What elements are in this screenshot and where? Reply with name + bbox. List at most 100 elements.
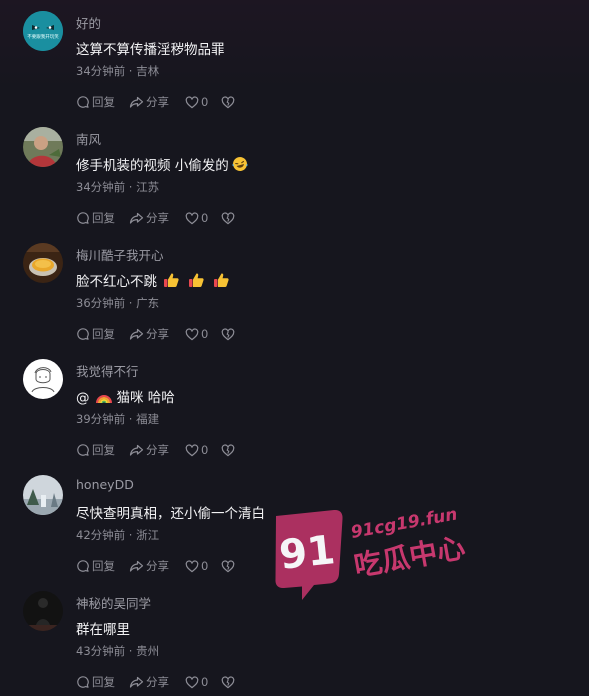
share-label: 分享: [146, 327, 169, 341]
username[interactable]: 神秘的吴同学: [76, 593, 151, 612]
comment-actions: 回复 分享 0: [76, 442, 235, 458]
like-button[interactable]: 0: [185, 211, 221, 225]
comment-meta: 43分钟前 · 贵州: [76, 644, 160, 658]
like-count: 0: [201, 211, 209, 225]
comment-actions: 回复 分享 0: [76, 558, 235, 574]
share-button[interactable]: 分享: [129, 326, 185, 342]
username[interactable]: honeyDD: [76, 477, 134, 492]
like-count: 0: [201, 675, 209, 689]
share-label: 分享: [146, 559, 169, 573]
comment-content: @ 猫咪 哈哈: [76, 386, 175, 406]
comment-bubble-icon: [77, 328, 89, 340]
thumbs-up-emoji-icon: [189, 273, 204, 287]
broken-heart-icon: [221, 95, 235, 108]
dislike-button[interactable]: [221, 327, 235, 341]
share-label: 分享: [146, 211, 169, 225]
heart-icon: [185, 95, 199, 108]
username[interactable]: 南风: [76, 129, 101, 148]
heart-icon: [185, 675, 199, 688]
broken-heart-icon: [221, 675, 235, 688]
username[interactable]: 我觉得不行: [76, 361, 139, 380]
heart-icon: [185, 211, 199, 224]
share-button[interactable]: 分享: [129, 674, 185, 690]
reply-button[interactable]: 回复: [76, 674, 129, 690]
reply-button[interactable]: 回复: [76, 94, 129, 110]
comment-text: 这算不算传播淫秽物品罪: [76, 42, 225, 58]
avatar[interactable]: 不要跟我开玩笑: [23, 11, 63, 51]
reply-label: 回复: [92, 559, 115, 573]
comment-bubble-icon: [77, 676, 89, 688]
like-button[interactable]: 0: [185, 675, 221, 689]
comment-meta: 36分钟前 · 广东: [76, 296, 160, 310]
like-count: 0: [201, 327, 209, 341]
reply-label: 回复: [92, 211, 115, 225]
reply-button[interactable]: 回复: [76, 210, 129, 226]
like-button[interactable]: 0: [185, 95, 221, 109]
reply-label: 回复: [92, 675, 115, 689]
thumbs-up-emoji-icon: [214, 273, 229, 287]
comment-content: 修手机装的视频 小偷发的: [76, 154, 248, 174]
comment-text: 尽快查明真相，还小偷一个清白: [76, 506, 265, 522]
broken-heart-icon: [221, 327, 235, 340]
comment-meta: 39分钟前 · 福建: [76, 412, 160, 426]
mention-text[interactable]: 猫咪 哈哈: [117, 390, 175, 406]
dislike-button[interactable]: [221, 211, 235, 225]
comment-actions: 回复 分享 0: [76, 326, 235, 342]
dislike-button[interactable]: [221, 443, 235, 457]
share-button[interactable]: 分享: [129, 442, 185, 458]
share-arrow-icon: [129, 676, 144, 688]
broken-heart-icon: [221, 211, 235, 224]
comment-bubble-icon: [77, 212, 89, 224]
avatar[interactable]: [23, 127, 63, 167]
dislike-button[interactable]: [221, 559, 235, 573]
dislike-button[interactable]: [221, 95, 235, 109]
comment-text: @: [76, 390, 90, 406]
like-button[interactable]: 0: [185, 327, 221, 341]
comment-meta: 34分钟前 · 江苏: [76, 180, 160, 194]
comment-actions: 回复 分享 0: [76, 210, 235, 226]
like-count: 0: [201, 559, 209, 573]
broken-heart-icon: [221, 443, 235, 456]
dislike-button[interactable]: [221, 675, 235, 689]
share-button[interactable]: 分享: [129, 210, 185, 226]
reply-button[interactable]: 回复: [76, 442, 129, 458]
avatar[interactable]: [23, 243, 63, 283]
comment-bubble-icon: [77, 96, 89, 108]
comment-text: 修手机装的视频 小偷发的: [76, 158, 229, 174]
share-arrow-icon: [129, 560, 144, 572]
comment-bubble-icon: [77, 560, 89, 572]
share-arrow-icon: [129, 212, 144, 224]
heart-icon: [185, 443, 199, 456]
avatar[interactable]: [23, 591, 63, 631]
username[interactable]: 梅川酷子我开心: [76, 245, 164, 264]
share-label: 分享: [146, 675, 169, 689]
comment-bubble-icon: [77, 444, 89, 456]
share-button[interactable]: 分享: [129, 94, 185, 110]
broken-heart-icon: [221, 559, 235, 572]
avatar[interactable]: [23, 359, 63, 399]
like-button[interactable]: 0: [185, 559, 221, 573]
heart-icon: [185, 327, 199, 340]
share-arrow-icon: [129, 444, 144, 456]
share-label: 分享: [146, 95, 169, 109]
watermark-logo: 91 91cg19.fun 吃瓜中心: [272, 496, 472, 606]
share-arrow-icon: [129, 96, 144, 108]
rainbow-icon: [95, 395, 112, 404]
comment-content: 脸不红心不跳: [76, 270, 230, 290]
avatar-caption: 不要跟我开玩笑: [27, 33, 59, 40]
watermark-number: 91: [277, 527, 337, 579]
comment-actions: 回复 分享 0: [76, 94, 235, 110]
like-count: 0: [201, 95, 209, 109]
reply-button[interactable]: 回复: [76, 558, 129, 574]
reply-button[interactable]: 回复: [76, 326, 129, 342]
comment-text: 群在哪里: [76, 622, 130, 638]
username[interactable]: 好的: [76, 13, 101, 32]
share-button[interactable]: 分享: [129, 558, 185, 574]
like-button[interactable]: 0: [185, 443, 221, 457]
share-label: 分享: [146, 443, 169, 457]
reply-label: 回复: [92, 443, 115, 457]
heart-icon: [185, 559, 199, 572]
avatar[interactable]: [23, 475, 63, 515]
comment-text: 脸不红心不跳: [76, 274, 157, 290]
reply-label: 回复: [92, 327, 115, 341]
